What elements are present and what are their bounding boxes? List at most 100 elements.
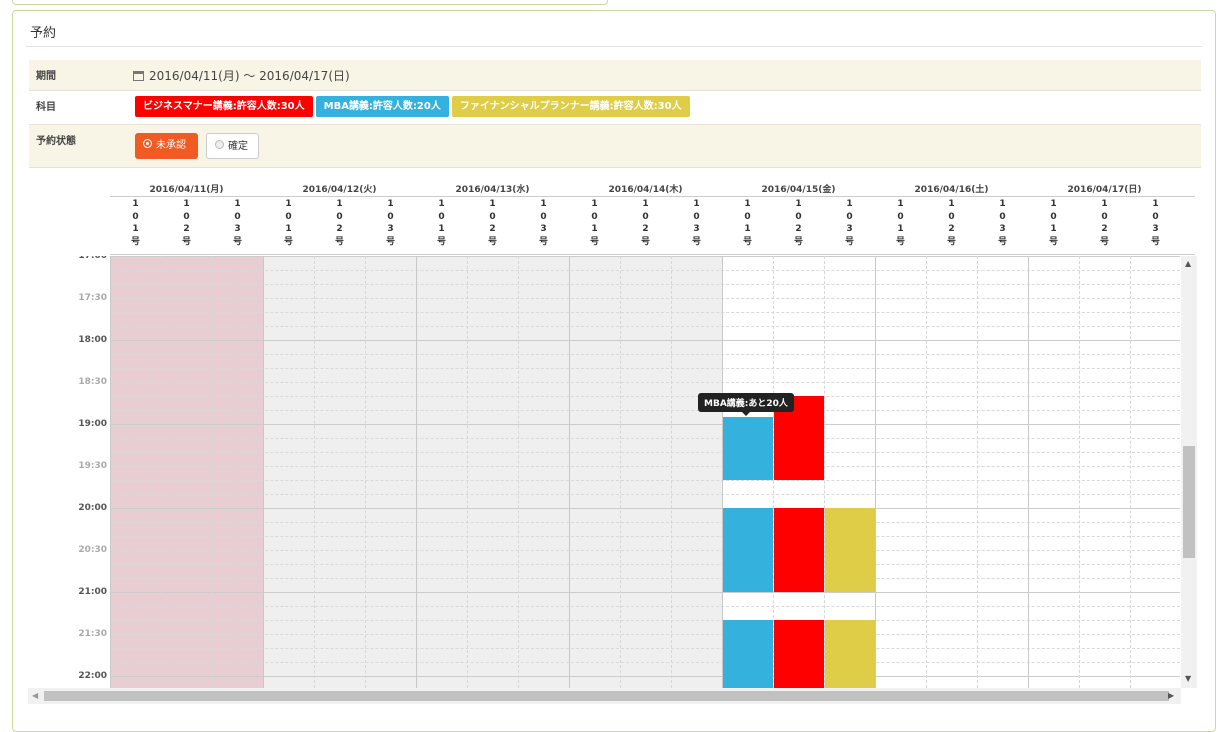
period-row: 期間 2016/04/11(月) 〜 2016/04/17(日) (29, 60, 1201, 91)
room-header: 1 0 1 号 (1048, 199, 1058, 247)
time-label: 21:00 (78, 587, 107, 597)
room-divider (977, 256, 978, 688)
room-header: 1 0 3 号 (232, 199, 242, 247)
minute-line (110, 662, 1180, 663)
day-header: 2016/04/12(火) (302, 185, 377, 195)
reservation-block[interactable] (723, 417, 773, 480)
time-label: 17:00 (78, 256, 107, 261)
day-header: 2016/04/13(水) (455, 185, 530, 195)
room-header: 1 0 2 号 (487, 199, 497, 247)
reservation-block[interactable] (774, 508, 824, 592)
minute-line (110, 354, 1180, 355)
reservation-tooltip: MBA講義:あと20人 (698, 393, 794, 416)
room-divider (314, 256, 315, 688)
reservation-block[interactable] (723, 508, 773, 592)
day-divider (1028, 256, 1029, 688)
room-header: 1 0 1 号 (589, 199, 599, 247)
subjects-row: 科目 ビジネスマナー講義:許容人数:30人 MBA講義:許容人数:20人 ファイナン… (29, 91, 1201, 125)
minute-line (110, 270, 1180, 271)
minute-line (110, 410, 1180, 411)
room-header: 1 0 2 号 (181, 199, 191, 247)
room-divider (1079, 256, 1080, 688)
scroll-left-arrow-icon[interactable]: ◀ (32, 691, 38, 700)
time-label: 17:30 (78, 293, 107, 303)
schedule-grid: 2016/04/11(月) 1 0 1 号 1 0 2 号 1 0 3 号 2016/0… (28, 180, 1196, 688)
minute-line (110, 648, 1180, 649)
subject-badges: ビジネスマナー講義:許容人数:30人 MBA講義:許容人数:20人 ファイナンシャル… (135, 96, 693, 117)
hour-line (110, 424, 1180, 425)
minute-line (110, 298, 1180, 299)
day-divider (416, 256, 417, 688)
day-header: 2016/04/17(日) (1067, 185, 1142, 195)
previous-panel-edge (12, 0, 608, 5)
time-label: 21:30 (78, 629, 107, 639)
vertical-scrollbar[interactable]: ▲ ▼ (1181, 256, 1197, 688)
room-divider (161, 256, 162, 688)
minute-line (110, 606, 1180, 607)
scroll-down-arrow-icon[interactable]: ▼ (1185, 674, 1191, 683)
horizontal-scroll-thumb[interactable] (44, 691, 1169, 701)
calendar-icon (133, 71, 144, 81)
subjects-label: 科目 (36, 102, 56, 113)
status-unapproved-button[interactable]: 未承認 (135, 133, 198, 159)
status-label: 予約状態 (36, 136, 76, 147)
day-divider (263, 256, 264, 688)
minute-line (110, 368, 1180, 369)
panel-title: 予約 (30, 26, 57, 41)
schedule-body: 17:00 17:30 18:00 18:30 19:00 19:30 20:00 20:30… (28, 256, 1180, 688)
title-divider (26, 46, 1202, 47)
scroll-up-arrow-icon[interactable]: ▲ (1185, 259, 1191, 268)
time-label: 19:00 (78, 419, 107, 429)
horizontal-scrollbar[interactable]: ◀ ▶ (28, 688, 1181, 704)
scroll-right-arrow-icon[interactable]: ▶ (1168, 691, 1174, 700)
period-label: 期間 (36, 71, 56, 82)
room-header: 1 0 3 号 (997, 199, 1007, 247)
subject-badge-business-manner[interactable]: ビジネスマナー講義:許容人数:30人 (135, 96, 313, 117)
day-header: 2016/04/16(土) (914, 185, 989, 195)
room-header: 1 0 2 号 (640, 199, 650, 247)
day-header: 2016/04/15(金) (761, 185, 836, 195)
header-top-line (110, 196, 1195, 197)
reservation-block[interactable] (825, 620, 875, 688)
room-divider (926, 256, 927, 688)
room-divider (212, 256, 213, 688)
room-divider (365, 256, 366, 688)
hour-line (110, 508, 1180, 509)
hour-line (110, 256, 1180, 257)
reservation-info-table: 期間 2016/04/11(月) 〜 2016/04/17(日) 科目 ビジネス… (29, 60, 1201, 168)
minute-line (110, 522, 1180, 523)
room-header: 1 0 2 号 (793, 199, 803, 247)
room-header: 1 0 2 号 (334, 199, 344, 247)
time-label: 20:30 (78, 545, 107, 555)
day-column (569, 256, 722, 688)
status-confirmed-button[interactable]: 確定 (206, 133, 259, 159)
room-divider (671, 256, 672, 688)
subject-badge-financial-planner[interactable]: ファイナンシャルプランナー講義:許容人数:30人 (451, 96, 690, 117)
room-header: 1 0 3 号 (691, 199, 701, 247)
subject-badge-mba[interactable]: MBA講義:許容人数:20人 (315, 96, 449, 117)
reservation-block[interactable] (723, 620, 773, 688)
minute-line (110, 466, 1180, 467)
day-divider (875, 256, 876, 688)
reservation-block[interactable] (825, 508, 875, 592)
room-divider (518, 256, 519, 688)
day-header: 2016/04/14(木) (608, 185, 683, 195)
minute-line (110, 634, 1180, 635)
room-header: 1 0 1 号 (895, 199, 905, 247)
room-divider (467, 256, 468, 688)
day-divider (569, 256, 570, 688)
hour-line (110, 676, 1180, 677)
vertical-scroll-thumb[interactable] (1183, 446, 1195, 558)
minute-line (110, 382, 1180, 383)
minute-line (110, 578, 1180, 579)
room-header: 1 0 1 号 (130, 199, 140, 247)
time-label: 18:30 (78, 377, 107, 387)
minute-line (110, 480, 1180, 481)
period-text: 2016/04/11(月) 〜 2016/04/17(日) (149, 69, 350, 83)
status-row: 予約状態 未承認 確定 (29, 125, 1201, 168)
room-header: 1 0 1 号 (742, 199, 752, 247)
minute-line (110, 284, 1180, 285)
reservation-block[interactable] (774, 620, 824, 688)
time-label: 20:00 (78, 503, 107, 513)
status-confirmed-label: 確定 (228, 141, 248, 152)
